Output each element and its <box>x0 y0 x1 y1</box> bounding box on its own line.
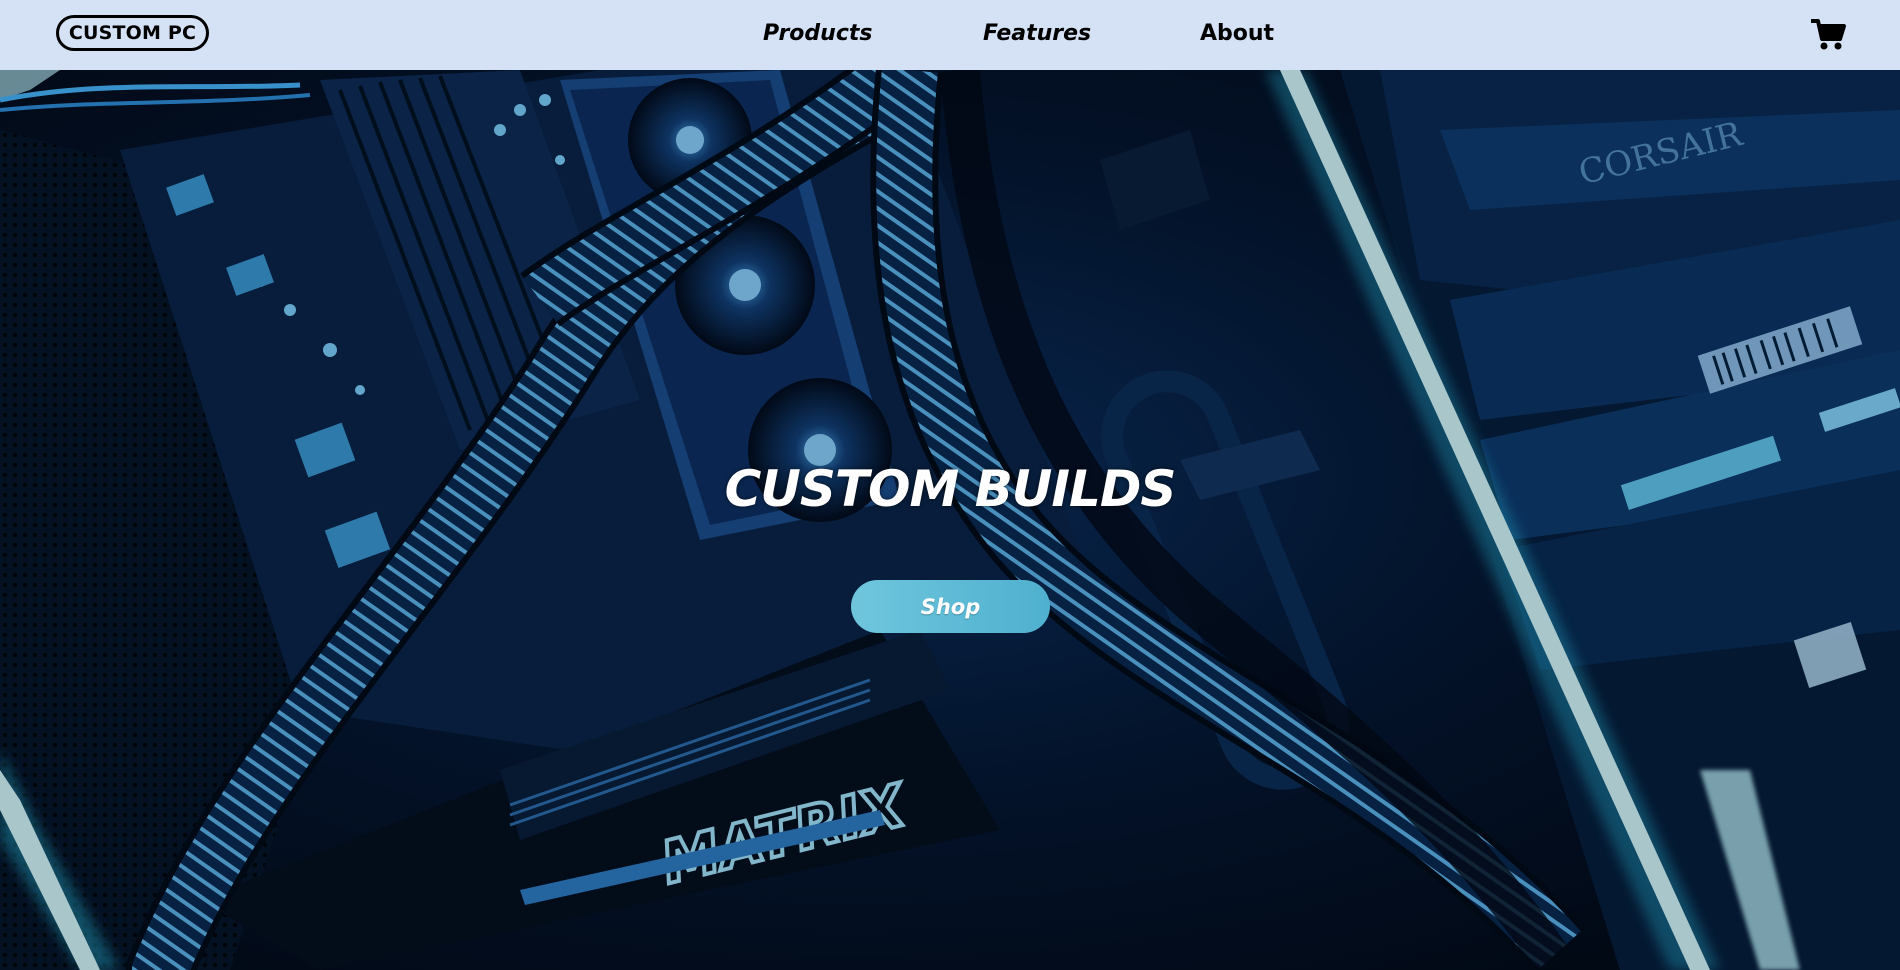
nav-link-features[interactable]: Features <box>983 20 1091 48</box>
shopping-cart-icon[interactable] <box>1810 17 1847 53</box>
hero-title: CUSTOM BUILDS <box>724 460 1177 518</box>
nav-link-products[interactable]: Products <box>763 20 872 48</box>
hero-background-image: MATRIX CORSAIR <box>0 70 1900 970</box>
nav-link-about[interactable]: About <box>1200 20 1274 48</box>
shop-button[interactable]: Shop <box>851 580 1050 633</box>
page: CUSTOM PC Products Features About CORSAI… <box>0 0 1900 970</box>
hero-section: MATRIX CORSAIR <box>0 70 1900 970</box>
navbar: CUSTOM PC Products Features About <box>0 0 1900 70</box>
brand-logo-button[interactable]: CUSTOM PC <box>56 15 209 51</box>
